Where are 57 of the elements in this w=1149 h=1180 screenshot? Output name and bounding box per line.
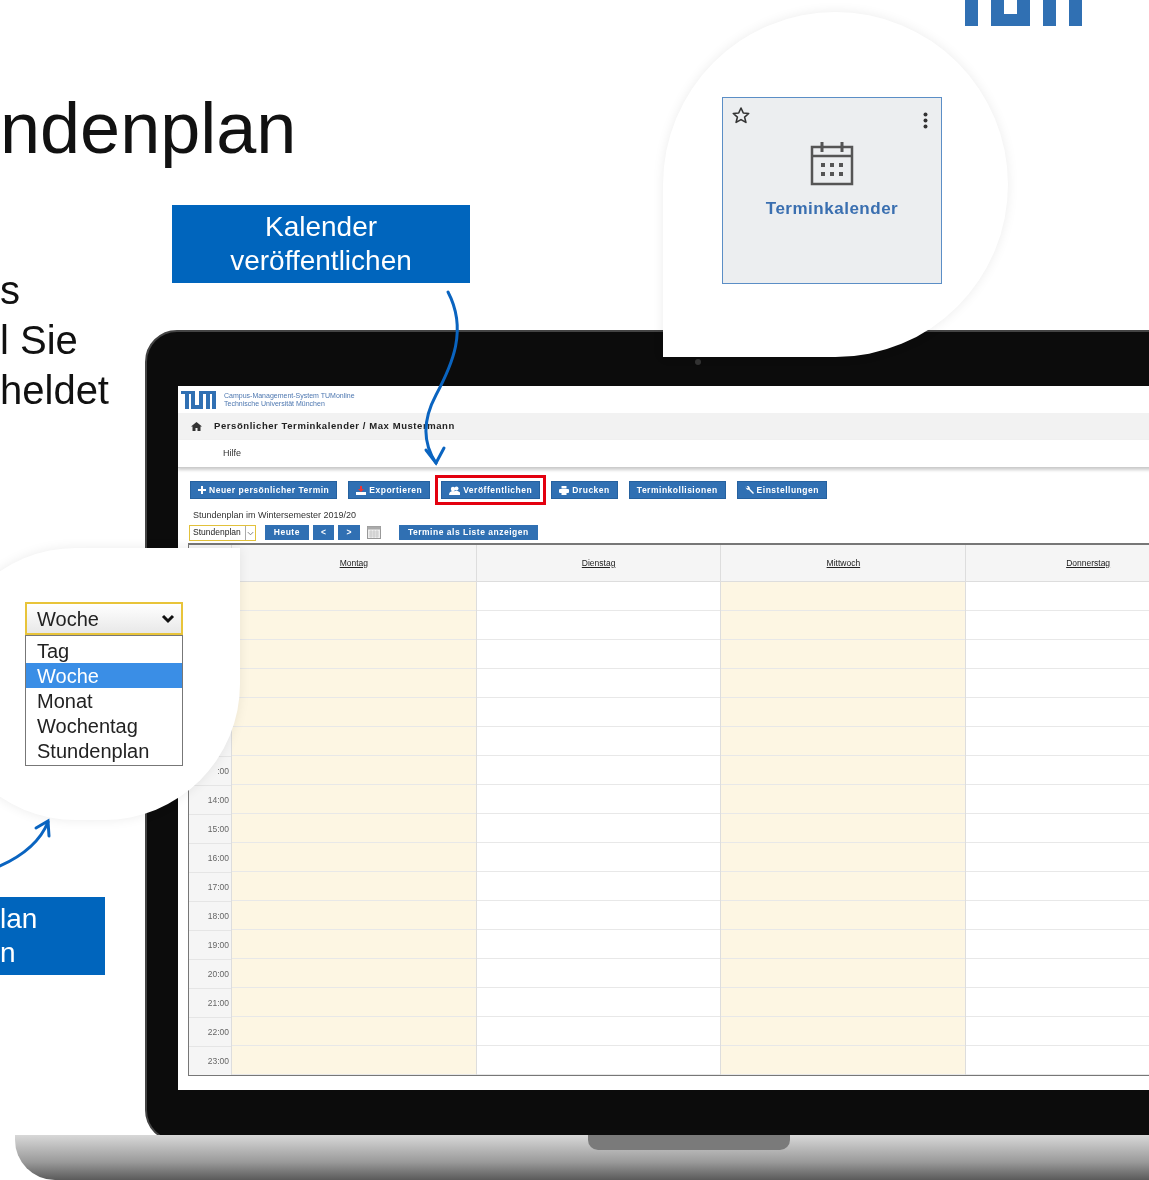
camera-icon xyxy=(695,359,701,365)
nav-button[interactable]: Heute xyxy=(264,525,309,540)
nav-button[interactable]: < xyxy=(312,525,335,540)
time-label: 15:00 xyxy=(207,822,229,836)
day-link[interactable]: Mittwoch xyxy=(826,556,861,570)
tile-label: Terminkalender xyxy=(765,198,899,220)
slide-text: l Sie xyxy=(0,320,78,360)
slide-text: s xyxy=(0,270,20,310)
callout-text: Kalender xyxy=(264,210,378,244)
callout-text: lan xyxy=(0,902,38,936)
tray-icon xyxy=(356,485,367,495)
list-view-button[interactable]: Termine als Liste anzeigen xyxy=(398,525,538,540)
time-label: 18:00 xyxy=(207,909,229,923)
time-label: 23:00 xyxy=(207,1054,229,1068)
toolbar-button[interactable]: Drucken xyxy=(551,481,618,499)
curved-arrow xyxy=(0,818,51,868)
time-label: 17:00 xyxy=(207,880,229,894)
view-dropdown[interactable]: Stundenplan xyxy=(189,524,256,541)
home-icon[interactable] xyxy=(191,422,202,431)
day-link[interactable]: Dienstag xyxy=(581,556,616,570)
logo xyxy=(181,390,216,409)
more-icon[interactable] xyxy=(923,112,928,129)
callout-text: n xyxy=(0,936,16,970)
toolbar-button[interactable]: Neuer persönlicher Termin xyxy=(190,481,338,499)
time-label: 19:00 xyxy=(207,938,229,952)
people-icon xyxy=(449,485,461,495)
time-label: :00 xyxy=(217,764,229,778)
wrench-icon xyxy=(744,485,754,495)
chevron-icon xyxy=(161,613,175,624)
nav-button[interactable]: > xyxy=(338,525,360,540)
time-label: 14:00 xyxy=(207,793,229,807)
calendar-icon[interactable] xyxy=(366,526,381,539)
dropdown-option[interactable]: Woche xyxy=(26,663,182,688)
printer-icon xyxy=(559,485,570,495)
callout-text: veröffentlichen xyxy=(230,244,412,278)
time-label: 21:00 xyxy=(207,996,229,1010)
toolbar-button[interactable]: Veröffentlichen xyxy=(441,481,541,499)
caption-text: Stundenplan im Wintersemester 2019/20 xyxy=(192,509,358,521)
calendar-icon xyxy=(810,140,854,186)
dropdown-option[interactable]: Stundenplan xyxy=(26,738,182,763)
dropdown-option[interactable]: Tag xyxy=(26,638,182,663)
time-label: 20:00 xyxy=(207,967,229,981)
dropdown-field[interactable]: Woche xyxy=(25,602,183,635)
time-label: 22:00 xyxy=(207,1025,229,1039)
star-icon[interactable] xyxy=(732,107,750,124)
caret-icon xyxy=(244,525,255,540)
toolbar-button[interactable]: Exportieren xyxy=(348,481,431,499)
slide-text: heldet xyxy=(0,370,109,410)
dropdown-option[interactable]: Monat xyxy=(26,688,182,713)
toolbar-button[interactable]: Terminkollisionen xyxy=(628,481,726,499)
app-tile[interactable]: Terminkalender xyxy=(722,97,942,284)
plus-icon xyxy=(198,486,206,494)
toolbar-button[interactable]: Einstellungen xyxy=(736,481,827,499)
day-link[interactable]: Donnerstag xyxy=(1066,556,1111,570)
time-label: 16:00 xyxy=(207,851,229,865)
day-link[interactable]: Montag xyxy=(339,556,368,570)
dropdown-option[interactable]: Wochentag xyxy=(26,713,182,738)
